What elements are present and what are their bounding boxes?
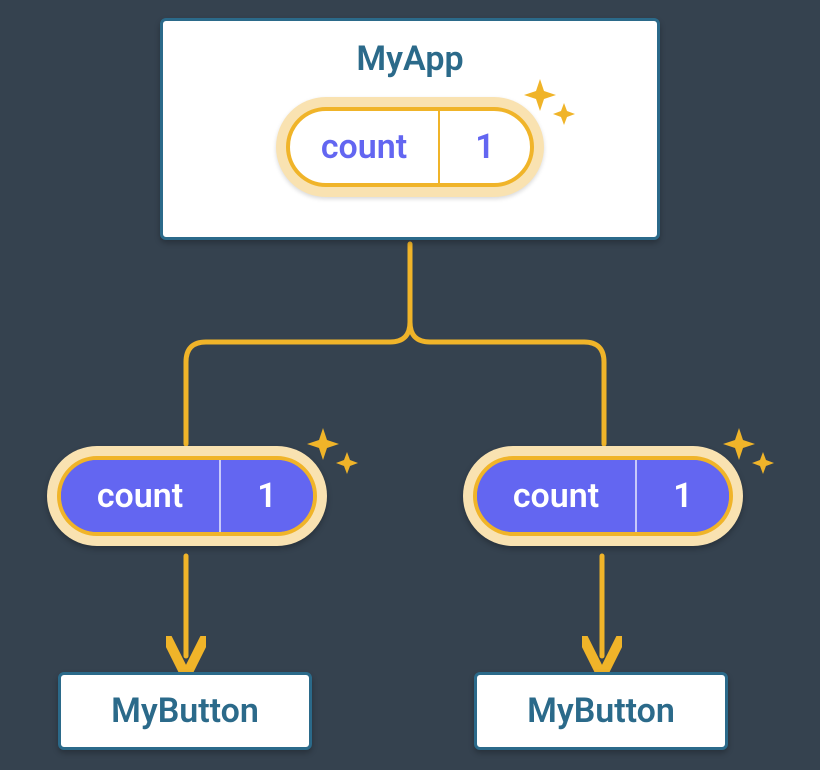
myapp-title: MyApp [356,39,463,79]
prop-pill-right-glow: count 1 [463,446,743,546]
prop-pill-right: count 1 [473,456,733,536]
state-pill-glow: count 1 [276,97,544,197]
state-pill-value: 1 [440,111,530,183]
prop-pill-left: count 1 [57,456,317,536]
prop-pill-left-glow: count 1 [47,446,327,546]
state-pill-label: count [290,111,440,183]
mybutton-title-right: MyButton [527,691,675,731]
prop-pill-right-label: count [477,460,637,532]
sparkle-icon [721,424,781,484]
sparkle-icon [522,75,582,135]
myapp-node: MyApp count 1 [160,18,660,240]
prop-pill-right-value: 1 [637,460,729,532]
prop-pill-left-value: 1 [221,460,313,532]
mybutton-node-right: MyButton [474,672,728,750]
prop-pill-left-label: count [61,460,221,532]
state-pill: count 1 [286,107,534,187]
mybutton-title-left: MyButton [111,691,259,731]
sparkle-icon [305,424,365,484]
mybutton-node-left: MyButton [58,672,312,750]
